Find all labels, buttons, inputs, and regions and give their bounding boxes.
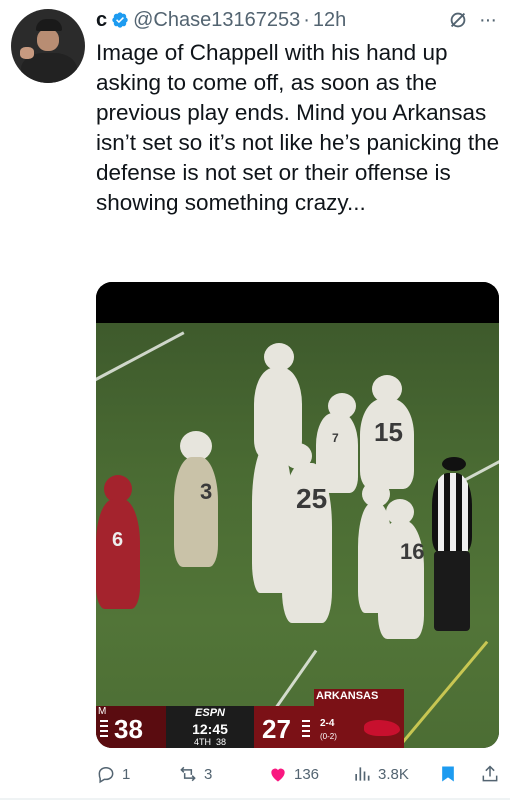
jersey-number: 3: [200, 479, 213, 504]
game-clock: 12:45: [192, 721, 228, 737]
away-score-panel: ARKANSAS 27 2-4 (0-2): [254, 690, 404, 748]
timeouts-indicator: [302, 720, 310, 738]
repost-count: 3: [204, 765, 213, 783]
tweet-text: Image of Chappell with his hand up askin…: [96, 40, 500, 215]
avatar-cap: [36, 19, 62, 31]
reply-icon: [98, 766, 114, 784]
scoreboard-bug: M 38 ESPN 12:45 4TH 38 ARKANSAS 27 2-4 (…: [96, 690, 404, 748]
team-name: ARKANSAS: [316, 690, 379, 702]
tweet: c @Chase13167253 · 12h ··· Image of Chap…: [0, 0, 510, 800]
reply-button[interactable]: 1: [96, 760, 130, 788]
football-field-scene: 7 15 25 3 16 6 M 38 ESPN 12:45 4TH 38 AR…: [96, 323, 499, 748]
user-handle[interactable]: @Chase13167253: [133, 9, 300, 32]
razorback-logo-icon: [364, 720, 400, 736]
timestamp[interactable]: 12h: [313, 9, 346, 32]
tweet-media-video[interactable]: 7 15 25 3 16 6 M 38 ESPN 12:45 4TH 38 AR…: [96, 282, 499, 748]
quarter: 4TH: [193, 737, 211, 747]
repost-icon: [180, 766, 196, 782]
referee-cap: [442, 457, 466, 471]
tweet-actions: 1 3 136 3.8K: [96, 760, 500, 788]
avatar[interactable]: [11, 9, 85, 83]
conference-record: (0-2): [320, 732, 337, 741]
helmet: [262, 418, 288, 444]
separator-dot: ·: [303, 8, 310, 31]
team-marker: M: [98, 706, 107, 717]
grok-icon[interactable]: [447, 9, 469, 31]
quarter-playclock: 4TH 38: [166, 737, 254, 747]
player-texas-am: [174, 457, 218, 567]
timeouts-indicator: [100, 720, 108, 738]
repost-button[interactable]: 3: [178, 760, 212, 788]
helmet: [264, 343, 294, 371]
jersey-number: 16: [400, 539, 425, 564]
score-right: 27: [262, 714, 291, 744]
bookmark-icon: [442, 766, 454, 782]
jersey-number: 7: [332, 431, 339, 445]
tweet-header: c @Chase13167253 · 12h ···: [96, 6, 497, 34]
share-icon: [482, 765, 498, 782]
referee: [432, 473, 472, 553]
jersey-number: 6: [112, 529, 124, 551]
heart-icon: [271, 768, 285, 782]
play-clock: 38: [216, 737, 227, 747]
yard-line: [96, 331, 185, 386]
video-letterbox: [96, 282, 499, 323]
display-name[interactable]: c: [96, 9, 107, 32]
like-button[interactable]: 136: [268, 760, 319, 788]
score-left: 38: [114, 714, 143, 744]
avatar-hand: [20, 47, 34, 59]
views-count: 3.8K: [378, 765, 409, 783]
verified-badge-icon: [112, 12, 128, 28]
bookmark-button[interactable]: [438, 760, 464, 788]
jersey-number: 25: [296, 483, 328, 514]
more-options-icon[interactable]: ···: [479, 9, 497, 32]
avatar-face: [37, 29, 59, 51]
views-chart-icon: [355, 767, 370, 781]
referee-pants: [434, 551, 470, 631]
player-arkansas: [96, 499, 140, 609]
yard-line: [396, 640, 489, 748]
home-score-panel: M 38: [96, 706, 166, 748]
reply-count: 1: [122, 765, 131, 783]
jersey-number: 15: [374, 417, 403, 447]
network-logo: ESPN: [195, 707, 225, 719]
game-clock-panel: ESPN 12:45 4TH 38: [166, 706, 254, 748]
team-record: 2-4: [320, 718, 335, 729]
share-button[interactable]: [480, 760, 506, 788]
like-count: 136: [294, 765, 320, 783]
views-button[interactable]: 3.8K: [352, 760, 409, 788]
